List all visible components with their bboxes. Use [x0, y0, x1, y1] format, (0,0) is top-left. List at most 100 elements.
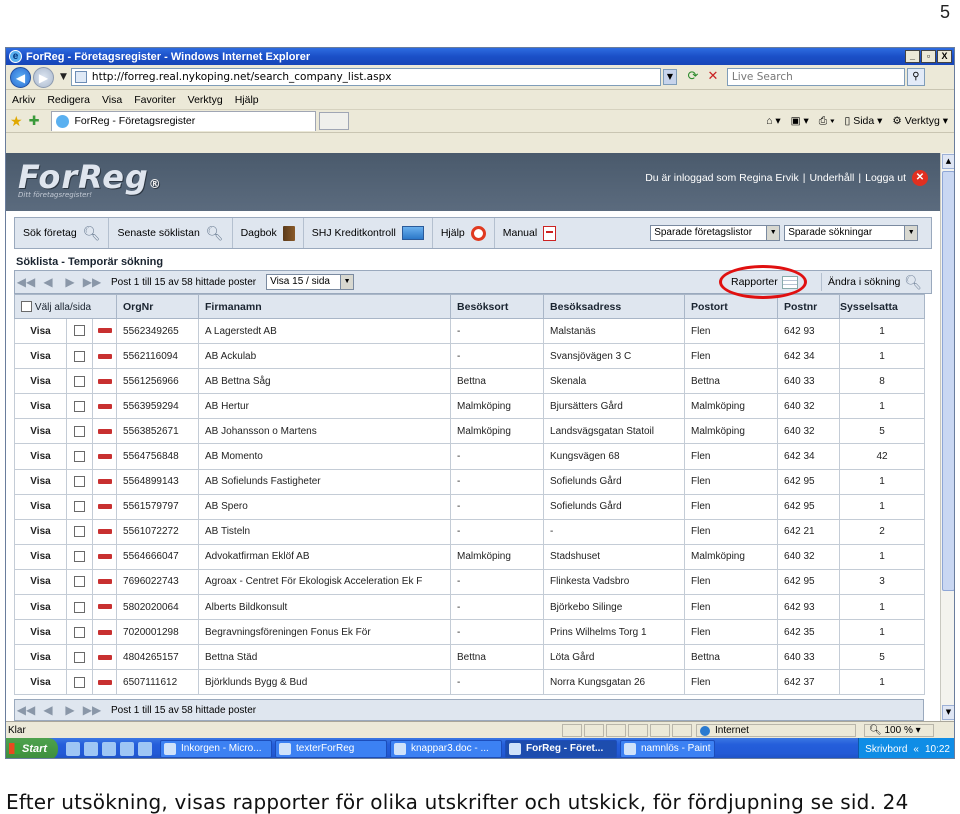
menu-hjalp[interactable]: Hjälp [235, 94, 259, 106]
last-page-icon[interactable]: ▶▶ [81, 701, 103, 719]
row-checkbox[interactable] [74, 626, 85, 638]
remove-minus-icon[interactable] [97, 453, 112, 459]
remove-minus-icon[interactable] [97, 328, 112, 334]
visa-button[interactable]: Visa [14, 317, 67, 345]
remove-minus-icon[interactable] [97, 428, 112, 434]
row-remove-cell[interactable] [91, 418, 118, 445]
search-input[interactable]: Live Search [726, 68, 905, 86]
col-postort[interactable]: Postort [684, 294, 779, 319]
remove-minus-icon[interactable] [97, 529, 112, 535]
scroll-down-icon[interactable]: ▼ [942, 705, 954, 720]
row-select-cell[interactable] [66, 393, 93, 420]
row-checkbox[interactable] [74, 551, 85, 563]
col-besoksadress[interactable]: Besöksadress [543, 294, 686, 319]
row-checkbox[interactable] [74, 576, 85, 588]
row-checkbox[interactable] [74, 601, 85, 613]
visa-button[interactable]: Visa [14, 418, 67, 445]
row-remove-cell[interactable] [91, 619, 118, 646]
row-select-cell[interactable] [66, 568, 93, 596]
visa-button[interactable]: Visa [14, 468, 67, 495]
remove-minus-icon[interactable] [97, 629, 112, 635]
last-page-icon[interactable]: ▶▶ [81, 273, 103, 291]
row-remove-cell[interactable] [91, 343, 118, 370]
row-select-cell[interactable] [66, 619, 93, 646]
col-postnr[interactable]: Postnr [777, 294, 841, 319]
menu-visa[interactable]: Visa [102, 94, 122, 106]
visa-button[interactable]: Visa [14, 568, 67, 596]
row-remove-cell[interactable] [91, 644, 118, 671]
menu-arkiv[interactable]: Arkiv [12, 94, 35, 106]
quicklaunch-icon[interactable] [84, 742, 98, 756]
remove-minus-icon[interactable] [97, 604, 112, 610]
col-firmanamn[interactable]: Firmanamn [198, 294, 452, 319]
remove-minus-icon[interactable] [97, 403, 112, 409]
row-remove-cell[interactable] [91, 443, 118, 470]
per-page-select[interactable]: Visa 15 / sida ▼ [266, 274, 355, 290]
task-paint[interactable]: namnlös - Paint [620, 740, 715, 758]
row-remove-cell[interactable] [91, 317, 118, 345]
zoom-level[interactable]: 🔍︎ 100 % ▾ [864, 723, 934, 737]
row-remove-cell[interactable] [91, 594, 118, 621]
row-checkbox[interactable] [74, 651, 85, 663]
task-outlook[interactable]: Inkorgen - Micro... [160, 740, 272, 758]
new-tab-button[interactable] [319, 112, 350, 130]
stop-icon[interactable]: ✕ [703, 68, 723, 86]
visa-button[interactable]: Visa [14, 493, 67, 520]
row-remove-cell[interactable] [91, 393, 118, 420]
refresh-icon[interactable]: ⟳ [683, 68, 703, 86]
quicklaunch-icon[interactable] [102, 742, 116, 756]
row-remove-cell[interactable] [91, 468, 118, 495]
select-all-checkbox[interactable] [21, 301, 32, 313]
remove-minus-icon[interactable] [97, 378, 112, 384]
url-dropdown-button[interactable]: ▼ [662, 69, 677, 85]
remove-minus-icon[interactable] [97, 353, 112, 359]
row-checkbox[interactable] [74, 526, 85, 538]
shj-kreditkontroll-button[interactable]: SHJ Kreditkontroll [304, 218, 433, 248]
url-field[interactable]: http://forreg.real.nykoping.net/search_c… [70, 68, 661, 86]
row-checkbox[interactable] [74, 501, 85, 513]
start-button[interactable]: Start [6, 738, 58, 758]
print-icon[interactable]: ⎙ ▾ [819, 115, 835, 128]
visa-button[interactable]: Visa [14, 644, 67, 671]
remove-minus-icon[interactable] [97, 654, 112, 660]
scroll-thumb[interactable] [942, 171, 954, 591]
row-select-cell[interactable] [66, 669, 93, 696]
rapporter-button[interactable]: Rapporter [727, 273, 802, 291]
task-word[interactable]: knappar3.doc - ... [390, 740, 502, 758]
visa-button[interactable]: Visa [14, 393, 67, 420]
help-button[interactable]: Hjälp [433, 218, 495, 248]
row-remove-cell[interactable] [91, 669, 118, 696]
task-folder[interactable]: texterForReg [275, 740, 387, 758]
quicklaunch-icon[interactable] [138, 742, 152, 756]
row-select-cell[interactable] [66, 518, 93, 545]
prev-page-icon[interactable]: ◀ [37, 701, 59, 719]
row-remove-cell[interactable] [91, 368, 118, 395]
manual-button[interactable]: Manual [495, 218, 564, 248]
skrivbord-toolbar[interactable]: Skrivbord [865, 744, 907, 755]
senaste-soklistan-button[interactable]: Senaste söklistan 🔍︎ [109, 218, 233, 248]
row-checkbox[interactable] [74, 375, 85, 387]
row-select-cell[interactable] [66, 594, 93, 621]
remove-minus-icon[interactable] [97, 679, 112, 685]
favorites-star-icon[interactable]: ★ [10, 113, 23, 130]
row-select-cell[interactable] [66, 468, 93, 495]
row-select-cell[interactable] [66, 317, 93, 345]
saved-company-lists-select[interactable]: Sparade företagslistor ▼ [650, 225, 781, 241]
row-select-cell[interactable] [66, 418, 93, 445]
select-all-header[interactable]: Välj alla/sida [13, 294, 118, 319]
visa-button[interactable]: Visa [14, 594, 67, 621]
visa-button[interactable]: Visa [14, 543, 67, 570]
visa-button[interactable]: Visa [14, 619, 67, 646]
sok-foretag-button[interactable]: Sök företag 🔍︎ [15, 218, 110, 248]
row-checkbox[interactable] [74, 400, 85, 412]
visa-button[interactable]: Visa [14, 343, 67, 370]
menu-favoriter[interactable]: Favoriter [134, 94, 175, 106]
quicklaunch-icon[interactable] [120, 742, 134, 756]
row-checkbox[interactable] [74, 350, 85, 362]
row-select-cell[interactable] [66, 368, 93, 395]
col-besoksort[interactable]: Besöksort [450, 294, 545, 319]
home-icon[interactable]: ⌂ ▾ [766, 115, 781, 127]
menu-redigera[interactable]: Redigera [47, 94, 90, 106]
next-page-icon[interactable]: ▶ [59, 701, 81, 719]
row-remove-cell[interactable] [91, 518, 118, 545]
